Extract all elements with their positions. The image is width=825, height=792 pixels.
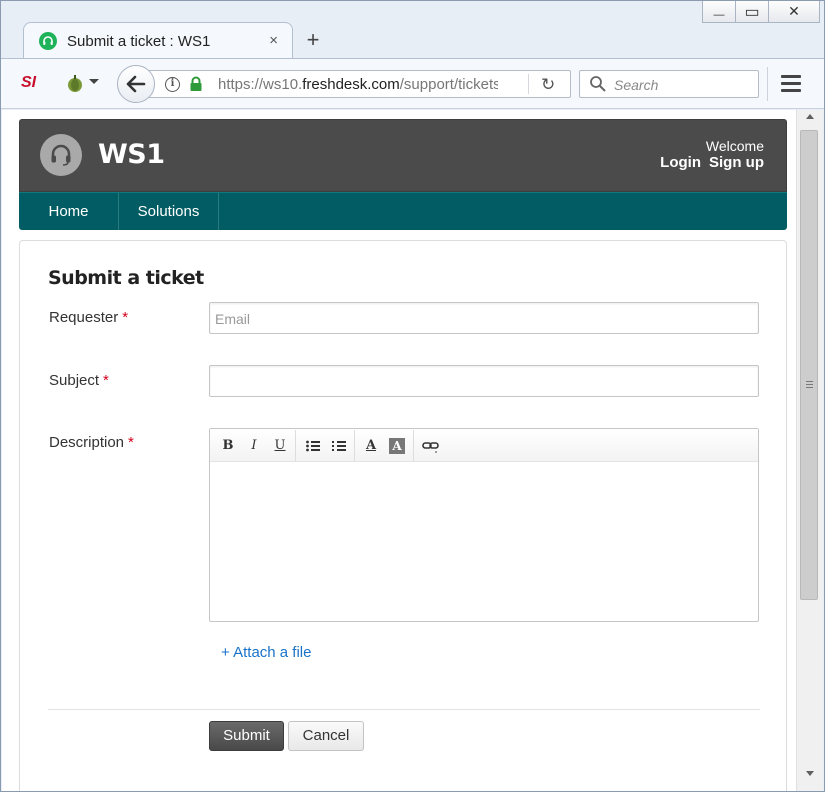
portal-header: WS1 Welcome Login Sign up [19,119,787,192]
nav-item-solutions[interactable]: Solutions [119,193,219,230]
editor-toolbar: B I U A A [210,429,758,462]
window-close-button[interactable]: ✕ [768,1,820,23]
onion-extension-icon[interactable] [65,73,85,93]
required-mark: * [103,372,109,389]
page-viewport: WS1 Welcome Login Sign up Home Solutions … [2,110,796,791]
login-link[interactable]: Login [660,154,701,171]
restore-button[interactable]: ▭ [735,1,769,23]
description-label: Description * [49,434,134,451]
browser-tab-active[interactable]: Submit a ticket : WS1 × [23,22,293,59]
background-color-icon[interactable]: A [389,438,405,454]
bulleted-list-icon[interactable] [305,438,321,454]
cancel-button[interactable]: Cancel [288,721,364,751]
url-divider [528,74,529,94]
nav-item-home[interactable]: Home [19,193,119,230]
search-icon [589,75,607,93]
freshdesk-favicon-icon [39,32,57,50]
new-tab-button[interactable]: + [303,27,323,53]
restore-icon: ▭ [744,3,760,21]
required-mark: * [128,434,134,451]
hamburger-menu-icon[interactable] [781,75,801,92]
ticket-form-card: Submit a ticket Requester * Email Subject… [19,240,787,791]
portal-nav: Home Solutions [19,192,787,230]
scroll-thumb[interactable] [800,130,818,600]
url-text[interactable]: https://ws10.freshdesk.com/support/ticke… [218,76,498,93]
scroll-up-icon[interactable] [806,114,814,119]
description-editor[interactable]: B I U A A [209,428,759,622]
numbered-list-icon[interactable] [331,438,347,454]
minimize-button[interactable]: — [702,1,736,23]
toolbar-separator [413,430,414,461]
requester-placeholder: Email [215,311,251,327]
search-placeholder: Search [614,77,659,93]
vertical-scrollbar[interactable] [796,110,823,791]
tab-strip: Submit a ticket : WS1 × + [1,1,824,59]
lock-icon[interactable] [189,76,203,92]
menu-divider [767,67,768,101]
chevron-down-icon[interactable] [89,79,99,84]
italic-icon[interactable]: I [246,438,262,454]
toolbar-separator [295,430,296,461]
font-color-icon[interactable]: A [363,438,379,454]
back-button[interactable] [117,65,155,103]
search-bar[interactable]: Search [579,70,759,98]
reload-icon[interactable]: ↻ [541,75,555,95]
back-arrow-icon [126,75,146,93]
browser-navbar: SI i https://ws10.freshdesk.com/support/… [1,58,824,109]
si-extension-icon[interactable]: SI [21,74,43,94]
toolbar-separator [354,430,355,461]
form-divider [48,709,760,710]
info-icon[interactable]: i [165,77,180,92]
tab-title: Submit a ticket : WS1 [67,32,211,50]
required-mark: * [122,309,129,326]
scroll-down-icon[interactable] [806,771,814,776]
attach-file-link[interactable]: + Attach a file [221,644,311,661]
subject-field[interactable] [209,365,759,397]
address-bar[interactable]: i https://ws10.freshdesk.com/support/tic… [147,70,571,98]
window-close-icon: ✕ [788,3,800,19]
headset-logo-icon[interactable] [40,134,82,176]
minimize-icon: — [713,8,725,21]
page-title: Submit a ticket [48,267,204,289]
welcome-text: Welcome [705,138,764,154]
subject-label: Subject * [49,372,109,389]
requester-email-field[interactable]: Email [209,302,759,334]
requester-label: Requester * [49,309,129,326]
link-icon[interactable] [422,438,439,454]
scroll-grip-icon [806,381,813,390]
submit-button[interactable]: Submit [209,721,284,751]
window-controls: — ▭ ✕ [702,1,820,25]
bold-icon[interactable]: B [220,438,236,454]
signup-link[interactable]: Sign up [709,154,764,171]
auth-links: Login Sign up [652,154,764,171]
browser-window: Submit a ticket : WS1 × + — ▭ ✕ SI i htt… [0,0,825,792]
tab-close-icon[interactable]: × [269,32,278,49]
underline-icon[interactable]: U [272,438,288,454]
brand-name[interactable]: WS1 [98,139,165,170]
